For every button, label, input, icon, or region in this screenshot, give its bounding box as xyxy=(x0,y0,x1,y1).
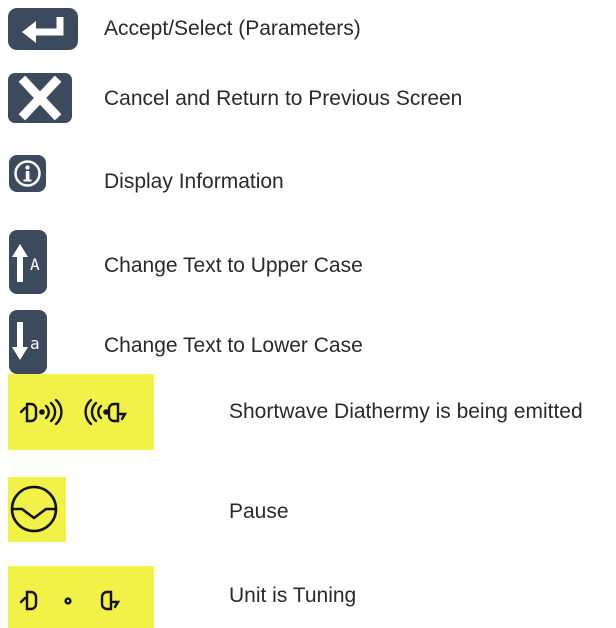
legend-label-lowercase: Change Text to Lower Case xyxy=(104,334,363,357)
legend-label-cancel: Cancel and Return to Previous Screen xyxy=(104,87,463,110)
lowercase-arrow-icon: a xyxy=(9,310,47,374)
tuning-icon xyxy=(8,566,154,628)
legend-label-pause: Pause xyxy=(229,500,289,523)
pause-icon xyxy=(8,477,66,542)
shortwave-emitting-icon xyxy=(8,374,154,450)
legend-label-accept: Accept/Select (Parameters) xyxy=(104,17,361,40)
enter-arrow-icon xyxy=(8,8,78,50)
legend-label-info: Display Information xyxy=(104,170,284,193)
lowercase-glyph: a xyxy=(30,334,40,353)
legend-label-uppercase: Change Text to Upper Case xyxy=(104,254,363,277)
info-icon xyxy=(9,155,46,192)
legend-label-shortwave: Shortwave Diathermy is being emitted xyxy=(229,400,583,423)
uppercase-arrow-icon: A xyxy=(9,230,47,294)
uppercase-glyph: A xyxy=(30,255,40,274)
legend-label-tuning: Unit is Tuning xyxy=(229,584,357,607)
close-x-icon xyxy=(8,73,72,123)
